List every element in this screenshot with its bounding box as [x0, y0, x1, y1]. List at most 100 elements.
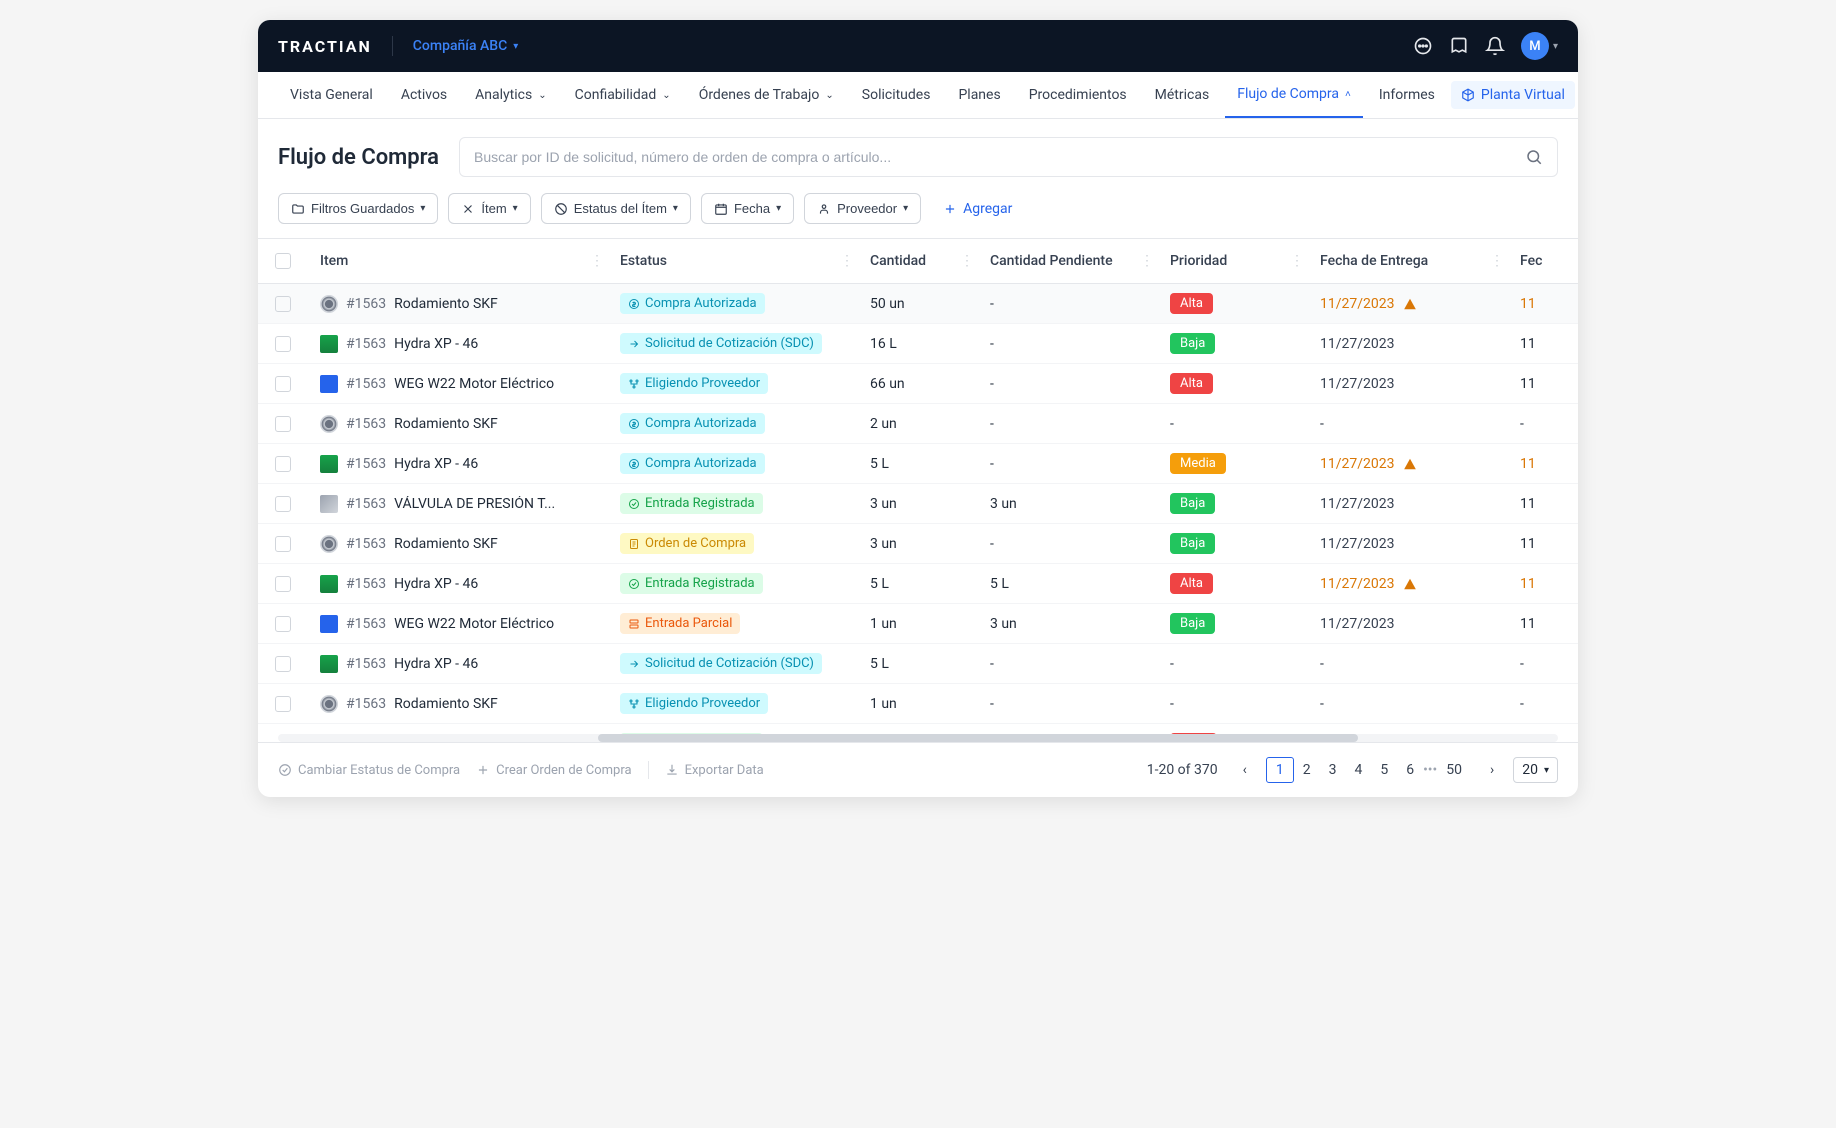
col-priority[interactable]: Prioridad⋮ — [1158, 239, 1308, 283]
nav-item-analytics[interactable]: Analytics⌄ — [463, 73, 558, 117]
saved-filters-button[interactable]: Filtros Guardados ▾ — [278, 193, 438, 224]
nav-item-flujo-de-compra[interactable]: Flujo de Compra˄ — [1225, 72, 1363, 118]
item-name: Rodamiento SKF — [394, 696, 498, 712]
row-checkbox[interactable] — [275, 656, 291, 672]
row-checkbox[interactable] — [275, 496, 291, 512]
pending-cell: 3 un — [978, 488, 1158, 520]
column-menu-icon[interactable]: ⋮ — [1140, 253, 1154, 269]
table-row[interactable]: #1563Rodamiento SKFCompra Autorizada50 u… — [258, 284, 1578, 324]
table-row[interactable]: #1563Rodamiento SKFCompra Autorizada2 un… — [258, 404, 1578, 444]
horizontal-scrollbar[interactable] — [278, 734, 1558, 742]
chat-icon[interactable] — [1413, 36, 1433, 56]
date-cell: - — [1308, 648, 1508, 680]
page-5[interactable]: 5 — [1371, 758, 1397, 782]
page-2[interactable]: 2 — [1294, 758, 1320, 782]
col-item[interactable]: Item⋮ — [308, 239, 608, 283]
date-cell: - — [1308, 688, 1508, 720]
nav-item-confiabilidad[interactable]: Confiabilidad⌄ — [563, 73, 683, 117]
table-row[interactable]: #1563Hydra XP - 46Entrada Registrada5 L5… — [258, 564, 1578, 604]
chevron-down-icon: ▾ — [1553, 41, 1558, 52]
priority-cell: Baja — [1158, 325, 1308, 362]
plus-icon — [943, 202, 957, 216]
chevron-icon: ⌄ — [538, 90, 546, 101]
table-row[interactable]: #1563WEG W22 Motor EléctricoEntrada Parc… — [258, 604, 1578, 644]
row-checkbox[interactable] — [275, 576, 291, 592]
date-cell: 11/27/2023 — [1308, 448, 1508, 480]
row-checkbox[interactable] — [275, 616, 291, 632]
qty-cell: 1 un — [858, 688, 978, 720]
item-name: Hydra XP - 46 — [394, 456, 478, 472]
date-warning: 11/27/2023 — [1320, 296, 1417, 312]
row-checkbox[interactable] — [275, 336, 291, 352]
row-checkbox[interactable] — [275, 296, 291, 312]
column-menu-icon[interactable]: ⋮ — [590, 253, 604, 269]
search-box[interactable] — [459, 137, 1558, 177]
column-menu-icon[interactable]: ⋮ — [1490, 253, 1504, 269]
pending-cell: - — [978, 368, 1158, 400]
col-qty[interactable]: Cantidad⋮ — [858, 239, 978, 283]
table-row[interactable]: #1563Rodamiento SKFOrden de Compra3 un-B… — [258, 524, 1578, 564]
nav-item-vista-general[interactable]: Vista General — [278, 73, 385, 117]
export-button[interactable]: Exportar Data — [665, 763, 764, 778]
table-row[interactable]: #1563Hydra XP - 46Compra Autorizada5 L-M… — [258, 444, 1578, 484]
nav-planta-virtual[interactable]: Planta Virtual — [1451, 81, 1575, 109]
bell-icon[interactable] — [1485, 36, 1505, 56]
add-filter-button[interactable]: Agregar — [931, 194, 1024, 224]
provider-filter-button[interactable]: Proveedor ▾ — [804, 193, 921, 224]
row-checkbox[interactable] — [275, 376, 291, 392]
status-filter-button[interactable]: Estatus del Ítem ▾ — [541, 193, 691, 224]
table-row[interactable]: #1563Hydra XP - 46Solicitud de Cotizació… — [258, 324, 1578, 364]
select-all-checkbox[interactable] — [275, 253, 291, 269]
qty-cell: 16 L — [858, 328, 978, 360]
table-row[interactable]: #1563VÁLVULA DE PRESIÓN T...Entrada Regi… — [258, 484, 1578, 524]
change-status-button[interactable]: Cambiar Estatus de Compra — [278, 763, 460, 778]
nav-item-activos[interactable]: Activos — [389, 73, 459, 117]
nav-item-métricas[interactable]: Métricas — [1143, 73, 1222, 117]
row-checkbox[interactable] — [275, 696, 291, 712]
book-icon[interactable] — [1449, 36, 1469, 56]
row-checkbox[interactable] — [275, 536, 291, 552]
col-date[interactable]: Fecha de Entrega⋮ — [1308, 239, 1508, 283]
brand-logo: TRACTIAN — [278, 37, 372, 56]
column-menu-icon[interactable]: ⋮ — [840, 253, 854, 269]
priority-cell: Alta — [1158, 285, 1308, 322]
column-menu-icon[interactable]: ⋮ — [960, 253, 974, 269]
col-fec[interactable]: Fec — [1508, 239, 1558, 283]
page-size-selector[interactable]: 20 ▾ — [1513, 757, 1558, 783]
user-menu[interactable]: M ▾ — [1521, 32, 1558, 60]
avatar: M — [1521, 32, 1549, 60]
column-menu-icon[interactable]: ⋮ — [1290, 253, 1304, 269]
nav-item-órdenes-de-trabajo[interactable]: Órdenes de Trabajo⌄ — [687, 73, 846, 117]
row-checkbox[interactable] — [275, 456, 291, 472]
col-status[interactable]: Estatus⋮ — [608, 239, 858, 283]
date-filter-button[interactable]: Fecha ▾ — [701, 193, 794, 224]
item-filter-button[interactable]: Ítem ▾ — [448, 193, 530, 224]
nav-item-solicitudes[interactable]: Solicitudes — [850, 73, 943, 117]
divider — [392, 36, 393, 56]
nav-item-informes[interactable]: Informes — [1367, 73, 1447, 117]
status-badge: Solicitud de Cotización (SDC) — [620, 333, 822, 354]
prev-page-button[interactable]: ‹ — [1234, 758, 1256, 782]
page-50[interactable]: 50 — [1437, 758, 1471, 782]
priority-cell: Baja — [1158, 605, 1308, 642]
table-row[interactable]: #1563Kit de destornillador ma...Entrada … — [258, 724, 1578, 734]
create-order-button[interactable]: Crear Orden de Compra — [476, 763, 631, 778]
table-row[interactable]: #1563WEG W22 Motor EléctricoEligiendo Pr… — [258, 364, 1578, 404]
x-icon — [461, 202, 475, 216]
priority-badge: Alta — [1170, 373, 1213, 394]
qty-cell: 1 un — [858, 608, 978, 640]
page-4[interactable]: 4 — [1345, 758, 1371, 782]
page-3[interactable]: 3 — [1320, 758, 1346, 782]
nav-item-planes[interactable]: Planes — [946, 73, 1012, 117]
company-selector[interactable]: Compañía ABC ▾ — [413, 38, 518, 54]
row-checkbox[interactable] — [275, 416, 291, 432]
date-cell: 11/27/2023 — [1308, 488, 1508, 520]
table-row[interactable]: #1563Hydra XP - 46Solicitud de Cotizació… — [258, 644, 1578, 684]
table-row[interactable]: #1563Rodamiento SKFEligiendo Proveedor1 … — [258, 684, 1578, 724]
search-input[interactable] — [474, 149, 1525, 165]
col-pending[interactable]: Cantidad Pendiente⋮ — [978, 239, 1158, 283]
next-page-button[interactable]: › — [1481, 758, 1503, 782]
nav-item-procedimientos[interactable]: Procedimientos — [1017, 73, 1139, 117]
page-1[interactable]: 1 — [1266, 757, 1294, 783]
page-6[interactable]: 6 — [1397, 758, 1423, 782]
